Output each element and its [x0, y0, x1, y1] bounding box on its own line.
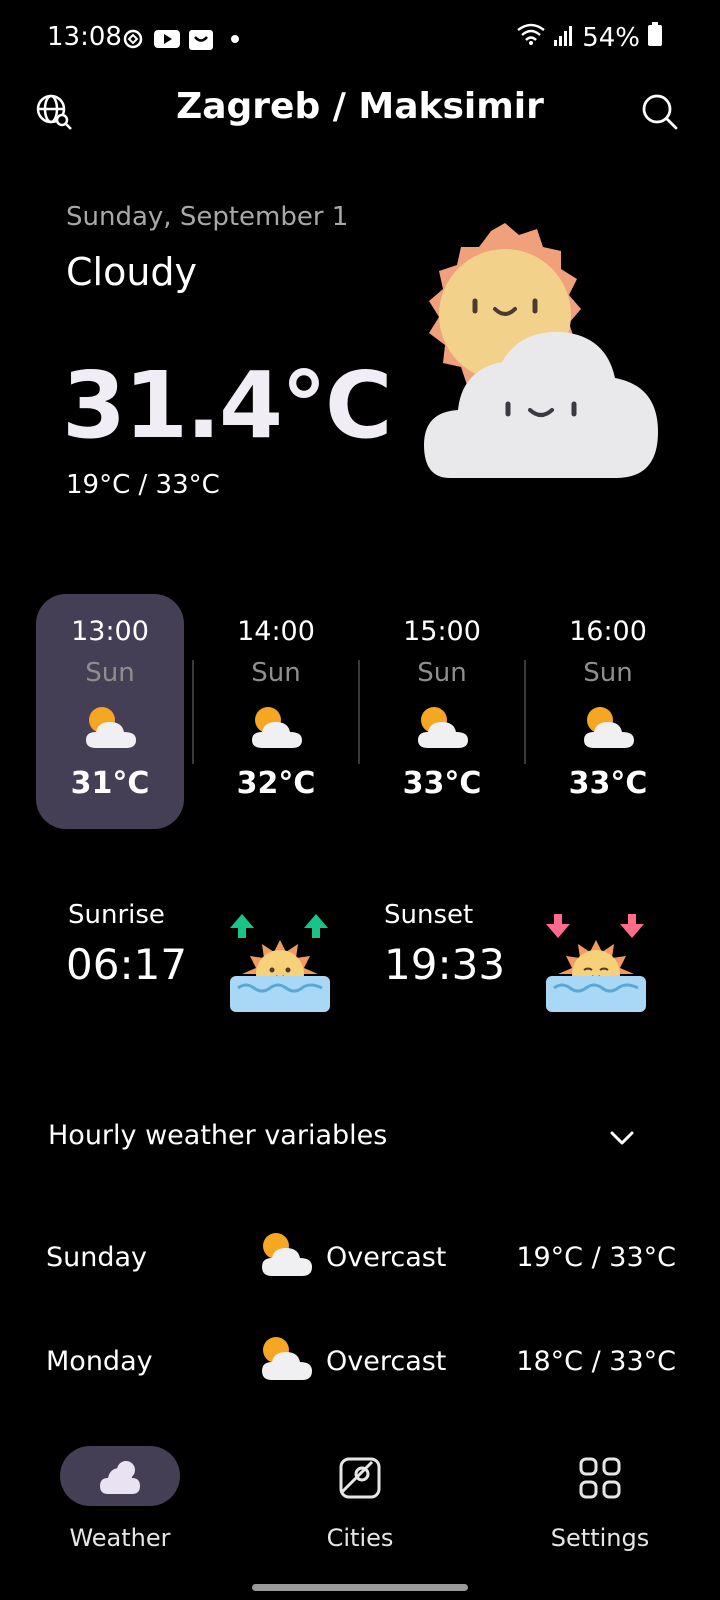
nav-cities[interactable]: Cities [280, 1446, 440, 1556]
youtube-icon [154, 26, 180, 52]
sun-behind-cloud-face-icon [410, 220, 675, 490]
accordion-label: Hourly weather variables [48, 1120, 388, 1151]
wifi-icon [516, 22, 546, 53]
status-time: 13:08 [47, 22, 122, 52]
hour-time: 16:00 [569, 616, 647, 647]
partly-cloudy-icon [250, 704, 304, 750]
status-icons-left [120, 26, 248, 52]
hour-time: 13:00 [71, 616, 149, 647]
day-name: Sunday [46, 1242, 148, 1273]
nav-weather[interactable]: Weather [40, 1446, 200, 1556]
divider [524, 660, 526, 764]
sunset-label: Sunset [384, 900, 474, 930]
chevron-down-icon [608, 1124, 636, 1152]
current-condition: Cloudy [66, 250, 198, 294]
day-range: 18°C / 33°C [516, 1346, 676, 1377]
current-temperature: 31.4°C [62, 352, 393, 459]
current-date: Sunday, September 1 [66, 202, 349, 232]
daily-row[interactable]: Monday Overcast 18°C / 33°C [46, 1334, 676, 1394]
day-name: Monday [46, 1346, 153, 1377]
hour-card[interactable]: 13:00 Sun 31°C [36, 594, 184, 829]
day-condition: Overcast [326, 1242, 447, 1273]
signal-icon [554, 23, 574, 53]
search-icon[interactable] [640, 92, 680, 132]
hour-temp: 33°C [402, 766, 482, 801]
nav-label: Settings [550, 1524, 650, 1552]
status-right: 54% [516, 22, 662, 53]
map-pin-icon [338, 1456, 382, 1500]
hour-day: Sun [417, 658, 467, 688]
hourly-forecast: 13:00 Sun 31°C 14:00 Sun 32°C 15:00 Sun … [36, 594, 684, 829]
hour-day: Sun [85, 658, 135, 688]
daily-row[interactable]: Sunday Overcast 19°C / 33°C [46, 1230, 676, 1290]
hour-day: Sun [583, 658, 633, 688]
sunset-icon [546, 912, 646, 1012]
sunrise-time: 06:17 [66, 940, 188, 989]
sunrise-label: Sunrise [68, 900, 165, 930]
partly-cloudy-icon [582, 704, 636, 750]
partly-cloudy-icon [260, 1334, 314, 1382]
hour-card[interactable]: 16:00 Sun 33°C [534, 594, 682, 829]
hour-temp: 31°C [70, 766, 150, 801]
dot-icon [222, 26, 248, 52]
sync-icon [120, 26, 146, 52]
current-min-max: 19°C / 33°C [66, 470, 220, 500]
partly-cloudy-icon [260, 1230, 314, 1278]
weather-cloud-icon [98, 1456, 142, 1500]
day-range: 19°C / 33°C [516, 1242, 676, 1273]
home-indicator[interactable] [252, 1584, 468, 1591]
hour-time: 14:00 [237, 616, 315, 647]
nav-label: Weather [69, 1524, 171, 1552]
hourly-variables-toggle[interactable]: Hourly weather variables [48, 1120, 636, 1160]
battery-text: 54% [582, 22, 640, 53]
sunset-time: 19:33 [384, 940, 506, 989]
nav-label: Cities [326, 1524, 394, 1552]
hour-card[interactable]: 14:00 Sun 32°C [202, 594, 350, 829]
sunrise-icon [230, 912, 330, 1012]
shop-icon [188, 26, 214, 52]
partly-cloudy-icon [84, 704, 138, 750]
page-title: Zagreb / Maksimir [176, 86, 544, 127]
nav-settings[interactable]: Settings [520, 1446, 680, 1556]
hour-time: 15:00 [403, 616, 481, 647]
day-condition: Overcast [326, 1346, 447, 1377]
hour-temp: 32°C [236, 766, 316, 801]
grid-icon [578, 1456, 622, 1500]
hour-day: Sun [251, 658, 301, 688]
hour-card[interactable]: 15:00 Sun 33°C [368, 594, 516, 829]
divider [358, 660, 360, 764]
partly-cloudy-icon [416, 704, 470, 750]
battery-icon [648, 22, 662, 53]
divider [192, 660, 194, 764]
hour-temp: 33°C [568, 766, 648, 801]
